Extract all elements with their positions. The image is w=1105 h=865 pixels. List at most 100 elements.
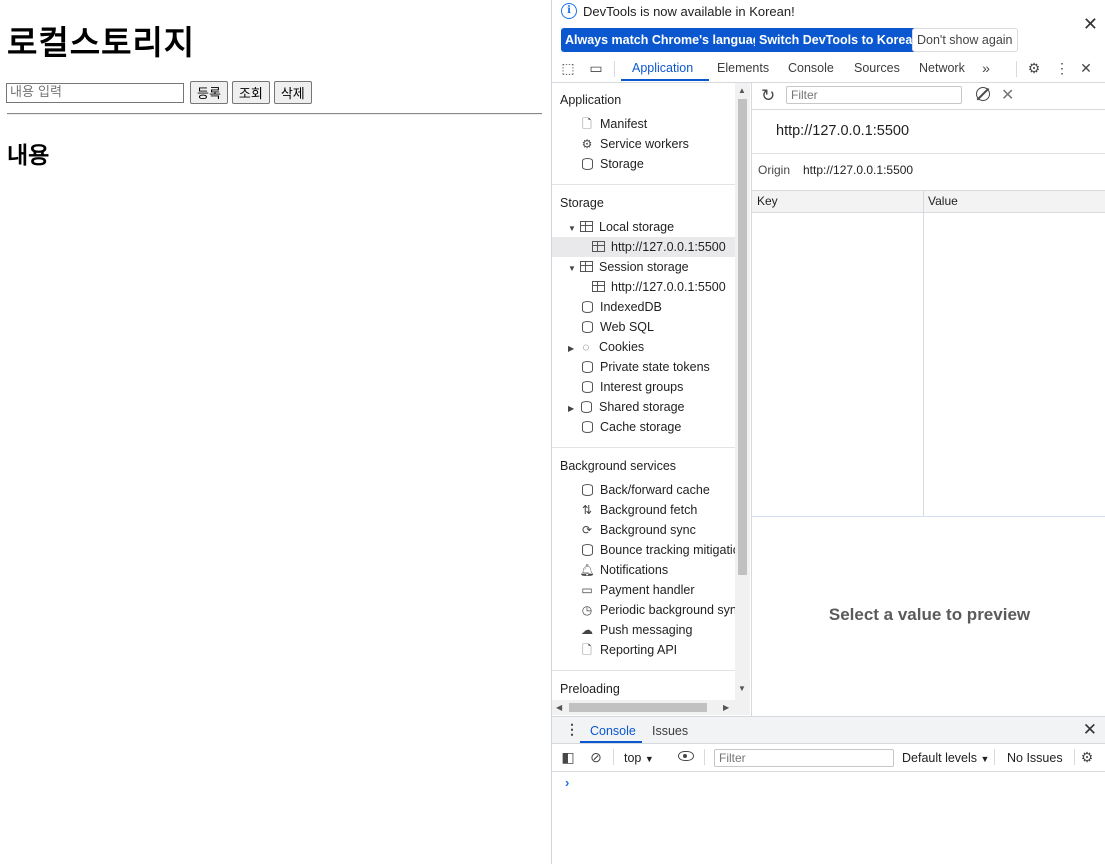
sidebar-item-storage[interactable]: Storage	[579, 154, 644, 174]
sidebar-item-push-messaging[interactable]: ☁ Push messaging	[579, 620, 692, 640]
sidebar-item-manifest[interactable]: 🗋 Manifest	[579, 114, 647, 134]
inspect-element-icon[interactable]: ⬚	[559, 59, 577, 77]
sidebar-item-session-origin[interactable]: http://127.0.0.1:5500	[590, 277, 726, 297]
application-sidebar: Application 🗋 Manifest ⚙ Service workers S…	[552, 83, 735, 700]
tab-sources[interactable]: Sources	[854, 61, 900, 75]
origin-value: http://127.0.0.1:5500	[803, 163, 914, 177]
scrollbar-thumb[interactable]	[738, 99, 747, 575]
database-icon	[579, 154, 595, 174]
scroll-right-icon[interactable]: ▶	[723, 703, 729, 712]
content-input[interactable]	[6, 82, 184, 103]
close-devtools-icon[interactable]: ✕	[1077, 59, 1095, 77]
dropdown-arrow-icon: ▼	[980, 754, 990, 764]
kebab-menu-icon[interactable]: ⋮	[1053, 59, 1071, 77]
sidebar-item-periodic-background-sync[interactable]: ◷ Periodic background sync	[579, 600, 735, 620]
delete-selected-icon[interactable]: ✕	[1001, 85, 1014, 105]
switch-to-korean-button[interactable]: Switch DevTools to Korean	[755, 28, 924, 52]
column-header-value[interactable]: Value	[928, 194, 958, 208]
clear-console-icon[interactable]: ⊘	[587, 748, 605, 766]
tab-console[interactable]: Console	[788, 61, 834, 75]
database-icon	[579, 317, 595, 337]
view-button[interactable]: 조회	[231, 81, 270, 104]
web-page: 로컬스토리지 등록 조회 삭제 내용	[0, 0, 551, 864]
tab-network[interactable]: Network	[919, 61, 965, 75]
sidebar-item-local-storage[interactable]: ▼ Local storage	[568, 217, 674, 237]
more-tabs-icon[interactable]: »	[977, 59, 995, 77]
console-drawer: ⋮ Console Issues ✕ ◧ ⊘ top ▼ Default lev…	[552, 716, 1105, 865]
tab-application[interactable]: Application	[632, 61, 693, 75]
sidebar-vertical-scrollbar[interactable]: ▲ ▼	[735, 83, 750, 700]
drawer-tab-bar: ⋮ Console Issues ✕	[552, 717, 1105, 744]
refresh-icon[interactable]: ↻	[761, 86, 775, 106]
sidebar-item-cookies[interactable]: ▶ ◌ Cookies	[568, 337, 644, 357]
preview-placeholder: Select a value to preview	[828, 605, 1031, 624]
clear-all-icon[interactable]	[976, 87, 990, 101]
gears-icon: ⚙	[581, 137, 593, 151]
sidebar-item-private-state-tokens[interactable]: Private state tokens	[579, 357, 710, 377]
scroll-down-icon[interactable]: ▼	[738, 684, 746, 693]
sidebar-item-back-forward-cache[interactable]: Back/forward cache	[579, 480, 710, 500]
collapse-arrow-icon[interactable]: ▶	[568, 399, 576, 419]
sidebar-item-bounce-tracking[interactable]: Bounce tracking mitigatic	[579, 540, 735, 560]
sidebar-item-session-storage[interactable]: ▼ Session storage	[568, 257, 689, 277]
credit-card-icon: ▭	[581, 583, 593, 597]
storage-filter-bar: ↻ ✕	[752, 83, 1105, 110]
expand-arrow-icon[interactable]: ▼	[568, 259, 576, 279]
storage-filter-input[interactable]	[786, 86, 962, 104]
drawer-tab-console[interactable]: Console	[590, 724, 636, 738]
origin-label: Origin	[758, 163, 791, 177]
close-icon[interactable]: ✕	[1083, 14, 1098, 35]
sidebar-item-notifications[interactable]: 🔔︎ Notifications	[579, 560, 668, 580]
drawer-menu-icon[interactable]: ⋮	[565, 721, 579, 738]
context-selector[interactable]: top ▼	[624, 751, 654, 765]
dropdown-arrow-icon: ▼	[644, 754, 654, 764]
sidebar-item-background-sync[interactable]: ⟳ Background sync	[579, 520, 696, 540]
database-icon	[579, 417, 595, 437]
sidebar-item-cache-storage[interactable]: Cache storage	[579, 417, 681, 437]
sidebar-item-indexeddb[interactable]: IndexedDB	[579, 297, 662, 317]
device-toolbar-icon[interactable]: ▭	[587, 59, 605, 77]
sidebar-item-reporting-api[interactable]: 🗋 Reporting API	[579, 640, 677, 660]
bell-icon: 🔔︎	[579, 563, 595, 577]
delete-button[interactable]: 삭제	[273, 81, 312, 104]
scroll-up-icon[interactable]: ▲	[738, 86, 746, 95]
settings-gear-icon[interactable]: ⚙	[1025, 59, 1043, 77]
column-divider[interactable]	[923, 191, 924, 516]
sidebar-item-payment-handler[interactable]: ▭ Payment handler	[579, 580, 694, 600]
section-divider	[552, 670, 735, 671]
register-button[interactable]: 등록	[190, 81, 228, 104]
collapse-arrow-icon[interactable]: ▶	[568, 339, 576, 359]
sidebar-item-background-fetch[interactable]: ⇅ Background fetch	[579, 500, 697, 520]
always-match-language-button[interactable]: Always match Chrome's language	[561, 28, 772, 52]
log-levels-dropdown[interactable]: Default levels ▼	[902, 751, 989, 765]
sidebar-item-service-workers[interactable]: ⚙ Service workers	[579, 134, 689, 154]
dont-show-again-button[interactable]: Don't show again	[912, 28, 1018, 52]
issues-counter[interactable]: No Issues	[1007, 751, 1063, 765]
show-sidebar-icon[interactable]: ◧	[559, 748, 577, 766]
console-toolbar: ◧ ⊘ top ▼ Default levels ▼ No Issues ⚙	[552, 744, 1105, 772]
database-icon	[579, 297, 595, 317]
expand-arrow-icon[interactable]: ▼	[568, 219, 576, 239]
console-settings-gear-icon[interactable]: ⚙	[1078, 748, 1096, 766]
console-prompt[interactable]: ›	[565, 775, 569, 790]
sidebar-item-interest-groups[interactable]: Interest groups	[579, 377, 683, 397]
close-drawer-icon[interactable]: ✕	[1083, 720, 1097, 740]
sidebar-item-shared-storage[interactable]: ▶ Shared storage	[568, 397, 684, 417]
sidebar-item-web-sql[interactable]: Web SQL	[579, 317, 654, 337]
column-header-key[interactable]: Key	[757, 194, 778, 208]
scroll-left-icon[interactable]: ◀	[556, 703, 562, 712]
sync-icon: ⟳	[581, 523, 593, 537]
sidebar-horizontal-scrollbar[interactable]: ◀ ▶	[552, 700, 750, 715]
live-expression-eye-icon[interactable]	[678, 751, 694, 761]
console-filter-input[interactable]	[714, 749, 894, 767]
page-title: 로컬스토리지	[7, 23, 196, 62]
drawer-tab-issues[interactable]: Issues	[652, 724, 688, 738]
section-divider	[552, 184, 735, 185]
sidebar-item-local-origin[interactable]: http://127.0.0.1:5500	[552, 237, 735, 257]
clock-icon: ◷	[581, 603, 593, 617]
toolbar-separator	[1074, 749, 1075, 765]
tab-elements[interactable]: Elements	[717, 61, 769, 75]
key-value-table[interactable]: Key Value	[752, 190, 1105, 517]
scrollbar-thumb[interactable]	[569, 703, 707, 712]
section-title-storage: Storage	[560, 196, 604, 210]
